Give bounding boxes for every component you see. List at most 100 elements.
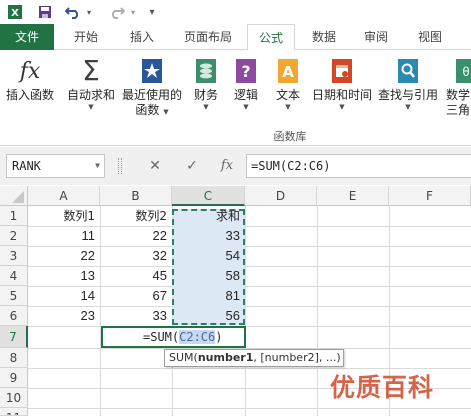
star-book-icon	[138, 56, 166, 86]
tab-insert[interactable]: 插入	[116, 24, 168, 50]
cell-b3[interactable]: 32	[100, 246, 172, 266]
tooltip-current-argument: number1	[197, 351, 254, 364]
cell-a3[interactable]: 22	[28, 246, 100, 266]
recently-used-label-2: 函数 ▼	[135, 103, 169, 117]
quick-access-toolbar: X ▾ ▾ ▾	[0, 0, 471, 24]
insert-function-label: 插入函数	[5, 88, 54, 102]
formula-input[interactable]: =SUM(C2:C6)	[246, 154, 471, 178]
row-header-7[interactable]: 7	[0, 326, 28, 348]
text-button[interactable]: A 文本 ▼	[270, 54, 306, 128]
svg-text:X: X	[11, 8, 19, 19]
column-header-c[interactable]: C	[172, 186, 245, 206]
row-header-1[interactable]: 1	[0, 206, 28, 226]
svg-text:A: A	[282, 63, 294, 81]
logical-button[interactable]: ? 逻辑 ▼	[228, 54, 264, 128]
cell-c6[interactable]: 56	[172, 306, 245, 326]
row-header-8[interactable]: 8	[0, 348, 28, 368]
chevron-down-icon: ▼	[88, 103, 94, 111]
select-all-corner[interactable]	[0, 186, 28, 206]
customize-icon[interactable]: ▾	[146, 3, 158, 21]
gridline	[245, 206, 246, 416]
cell-c1[interactable]: 求和	[172, 206, 245, 226]
row-header-6[interactable]: 6	[0, 306, 28, 326]
tooltip-function-name[interactable]: SUM(	[169, 351, 198, 364]
text-book-icon: A	[274, 56, 302, 86]
cell-b6[interactable]: 33	[100, 306, 172, 326]
recently-used-label: 最近使用的	[121, 88, 182, 102]
column-header-e[interactable]: E	[317, 186, 389, 206]
recently-used-button[interactable]: 最近使用的 函数 ▼	[120, 54, 184, 128]
formula-bar: RANK ▼ ✕ ✓ fx =SUM(C2:C6)	[0, 147, 471, 185]
row-header-9[interactable]: 9	[0, 368, 28, 388]
tab-home[interactable]: 开始	[60, 24, 112, 50]
column-header-d[interactable]: D	[245, 186, 317, 206]
row-header-3[interactable]: 3	[0, 246, 28, 266]
chevron-down-icon[interactable]: ▼	[95, 155, 100, 177]
gridline	[28, 408, 471, 409]
chevron-down-icon: ▼	[405, 103, 411, 111]
tab-file[interactable]: 文件	[0, 24, 54, 50]
function-library-group-label: 函数库	[273, 130, 307, 143]
active-cell-editor[interactable]: =SUM(C2:C6)	[101, 326, 246, 348]
cell-a6[interactable]: 23	[28, 306, 100, 326]
edit-prefix: =SUM(	[143, 330, 180, 344]
tab-formulas[interactable]: 公式	[247, 24, 295, 51]
tab-review[interactable]: 审阅	[352, 24, 400, 50]
cell-c5[interactable]: 81	[172, 286, 245, 306]
insert-function-icon[interactable]: fx	[217, 156, 237, 176]
row-header-11[interactable]: 11	[0, 408, 28, 416]
autosum-button[interactable]: Σ 自动求和 ▼	[63, 54, 119, 128]
undo-icon[interactable]	[64, 3, 82, 21]
financial-button[interactable]: 财务 ▼	[188, 54, 224, 128]
function-argument-tooltip: SUM(number1, [number2], ...)	[164, 349, 344, 367]
cell-c3[interactable]: 54	[172, 246, 245, 266]
date-time-button[interactable]: 日期和时间 ▼	[310, 54, 374, 128]
sigma-icon: Σ	[82, 54, 100, 87]
row-header-4[interactable]: 4	[0, 266, 28, 286]
row-header-10[interactable]: 10	[0, 388, 28, 408]
undo-dropdown-icon[interactable]: ▾	[84, 3, 94, 21]
redo-icon[interactable]	[108, 3, 126, 21]
cell-a5[interactable]: 14	[28, 286, 100, 306]
cell-b5[interactable]: 67	[100, 286, 172, 306]
column-header-a[interactable]: A	[28, 186, 100, 206]
redo-dropdown-icon[interactable]: ▾	[128, 3, 138, 21]
calendar-book-icon	[328, 56, 356, 86]
math-trig-label: 数学	[446, 88, 471, 102]
text-label: 文本	[275, 88, 300, 102]
cell-c4[interactable]: 58	[172, 266, 245, 286]
cell-b1[interactable]: 数列2	[100, 206, 172, 226]
row-header-5[interactable]: 5	[0, 286, 28, 306]
cell-b4[interactable]: 45	[100, 266, 172, 286]
lookup-reference-button[interactable]: 查找与引用 ▼	[376, 54, 440, 128]
magnifier-book-icon	[394, 56, 422, 86]
name-box-value: RANK	[12, 159, 41, 173]
cancel-icon[interactable]: ✕	[145, 156, 165, 176]
save-icon[interactable]	[36, 3, 54, 21]
column-header-f[interactable]: F	[389, 186, 471, 206]
fx-icon: fx	[19, 58, 41, 84]
enter-icon[interactable]: ✓	[182, 156, 202, 176]
excel-app-icon[interactable]: X	[6, 3, 24, 21]
math-trig-button[interactable]: θ 数学 三角	[446, 54, 471, 128]
gridline	[28, 326, 471, 327]
name-box[interactable]: RANK ▼	[6, 154, 105, 178]
cell-c2[interactable]: 33	[172, 226, 245, 246]
row-header-2[interactable]: 2	[0, 226, 28, 246]
cell-b2[interactable]: 22	[100, 226, 172, 246]
splitter-handle[interactable]	[118, 158, 122, 174]
edit-suffix: )	[215, 330, 223, 344]
chevron-down-icon: ▼	[339, 103, 345, 111]
math-book-icon: θ	[452, 56, 471, 86]
watermark: 优质百科	[330, 373, 435, 402]
tab-view[interactable]: 视图	[404, 24, 456, 50]
tab-page-layout[interactable]: 页面布局	[172, 24, 244, 50]
tab-data[interactable]: 数据	[300, 24, 348, 50]
cell-a1[interactable]: 数列1	[28, 206, 100, 226]
cell-a4[interactable]: 13	[28, 266, 100, 286]
date-time-label: 日期和时间	[311, 88, 372, 102]
cell-a2[interactable]: 11	[28, 226, 100, 246]
gridline	[317, 206, 318, 416]
column-header-b[interactable]: B	[100, 186, 172, 206]
insert-function-button[interactable]: fx 插入函数	[2, 54, 58, 128]
